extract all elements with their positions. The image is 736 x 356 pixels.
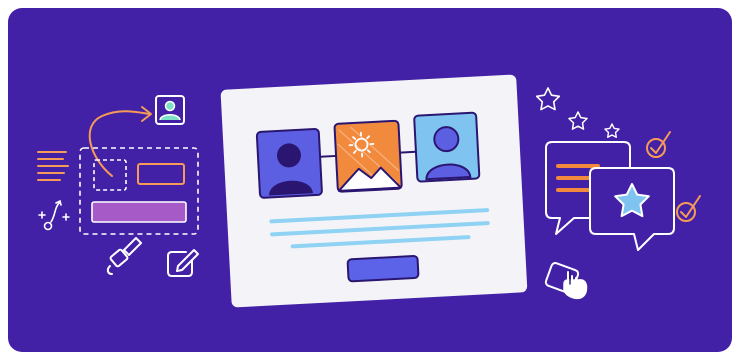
check-badge-icon-lower <box>676 195 701 222</box>
text-lines-icon <box>37 151 69 181</box>
avatar-tile-right <box>413 111 481 183</box>
hero-banner <box>8 8 732 352</box>
star-icon <box>535 87 561 111</box>
paint-brush-icon <box>106 237 142 275</box>
image-tile <box>333 119 403 193</box>
webpage-card <box>220 74 528 308</box>
star-chat-bubble-icon <box>589 167 675 251</box>
cta-button-shape <box>346 255 420 283</box>
tap-hand-icon <box>544 262 588 300</box>
edit-pencil-icon <box>167 249 199 277</box>
user-photo-icon <box>155 95 185 125</box>
check-badge-icon <box>646 131 671 158</box>
sparkle-path-icon <box>38 199 70 231</box>
web-design-illustration <box>37 74 701 308</box>
star-icon-tiny <box>604 123 620 138</box>
star-icon-small <box>568 111 588 130</box>
avatar-tile-left <box>255 128 323 199</box>
curved-arrow-icon <box>88 106 152 177</box>
